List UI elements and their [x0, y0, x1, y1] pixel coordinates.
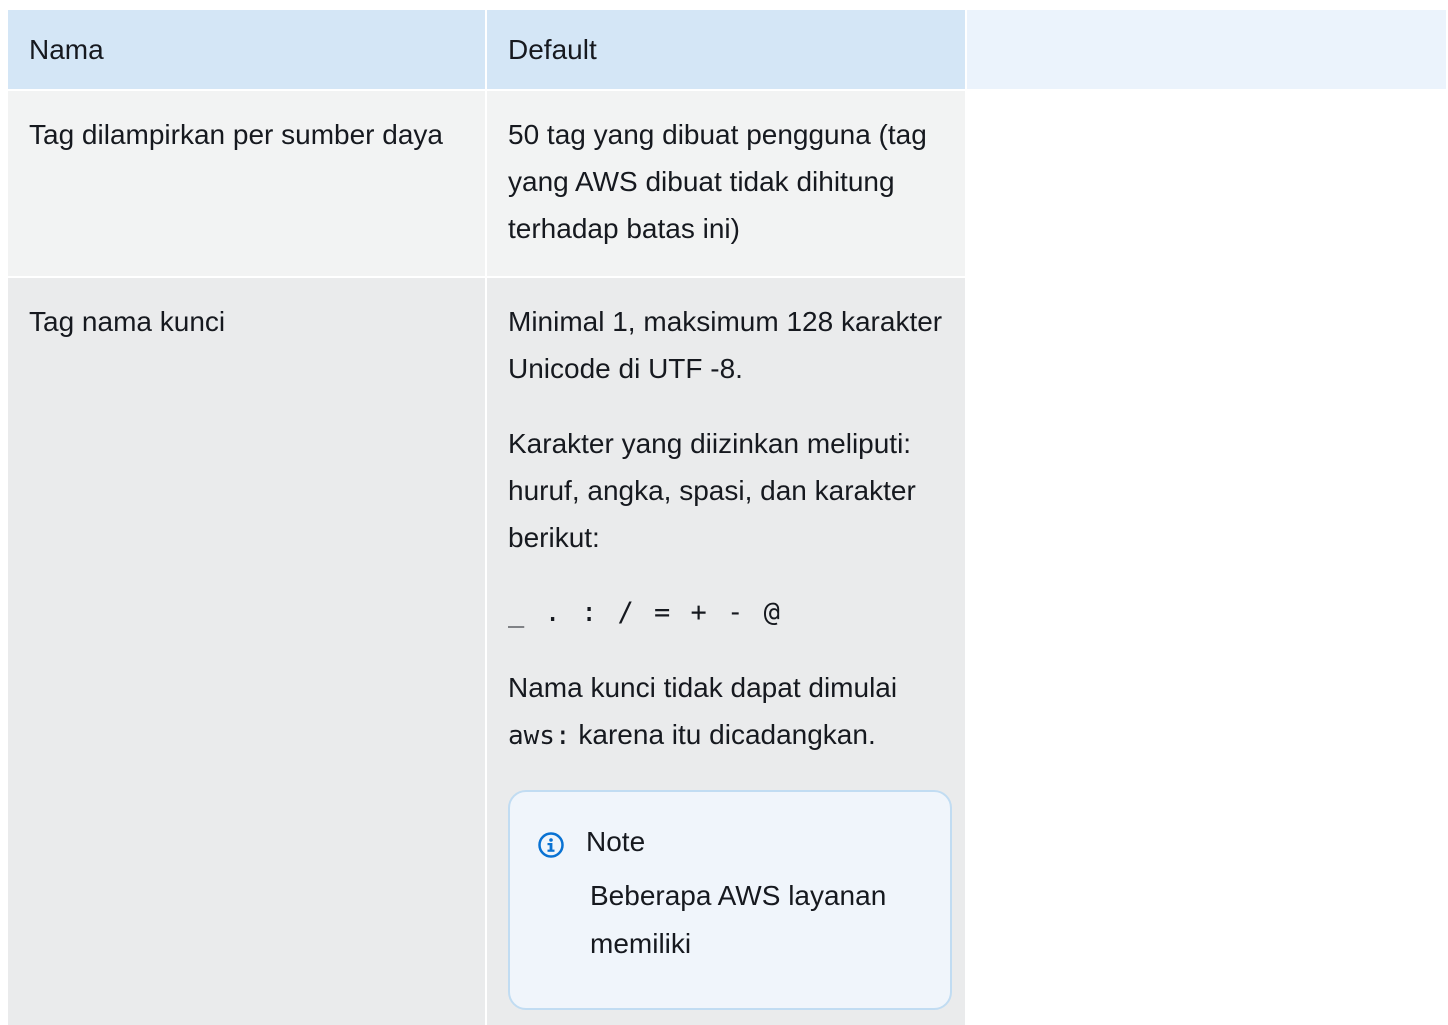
note-title: Note: [586, 826, 646, 857]
default-paragraph-allowed: Karakter yang diizinkan meliputi: huruf,…: [508, 428, 916, 553]
row-name-text: Tag nama kunci: [29, 306, 226, 337]
page: Nama Default Tag dilampirkan per sumber …: [0, 0, 1448, 1025]
default-paragraph-length: Minimal 1, maksimum 128 karakter Unicode…: [508, 306, 943, 384]
column-header-default: Default: [485, 10, 966, 90]
note-callout: Note Beberapa AWS layanan memiliki: [508, 790, 952, 1010]
table-row: Tag dilampirkan per sumber daya 50 tag y…: [8, 89, 1446, 277]
row-default-text: 50 tag yang dibuat pengguna (tag yang AW…: [508, 119, 927, 244]
default-paragraph-reserved: Nama kunci tidak dapat dimulai aws: kare…: [508, 664, 944, 760]
cell-name: Tag dilampirkan per sumber daya: [8, 89, 486, 277]
allowed-characters: _ . : / = + - @: [508, 597, 780, 628]
cell-default: 50 tag yang dibuat pengguna (tag yang AW…: [485, 89, 966, 277]
note-header: Note: [538, 822, 922, 862]
reserved-text-before: Nama kunci tidak dapat dimulai: [508, 672, 898, 703]
info-icon: [538, 829, 564, 858]
reserved-text-after: karena itu dicadangkan.: [578, 719, 876, 750]
table-row: Tag nama kunci Minimal 1, maksimum 128 k…: [8, 276, 1446, 1025]
row-name-text: Tag dilampirkan per sumber daya: [29, 119, 443, 150]
cell-empty: [965, 89, 1446, 277]
column-header-empty: [965, 10, 1446, 90]
table-header-row: Nama Default: [8, 10, 1446, 90]
column-header-name: Nama: [8, 10, 486, 90]
cell-name: Tag nama kunci: [8, 276, 486, 1025]
reserved-prefix-code: aws:: [508, 721, 571, 751]
note-text: Beberapa AWS layanan memiliki: [590, 880, 887, 959]
tag-limits-table: Nama Default Tag dilampirkan per sumber …: [8, 10, 1446, 1025]
cell-empty: [965, 276, 1446, 1025]
cell-default: Minimal 1, maksimum 128 karakter Unicode…: [485, 276, 966, 1025]
